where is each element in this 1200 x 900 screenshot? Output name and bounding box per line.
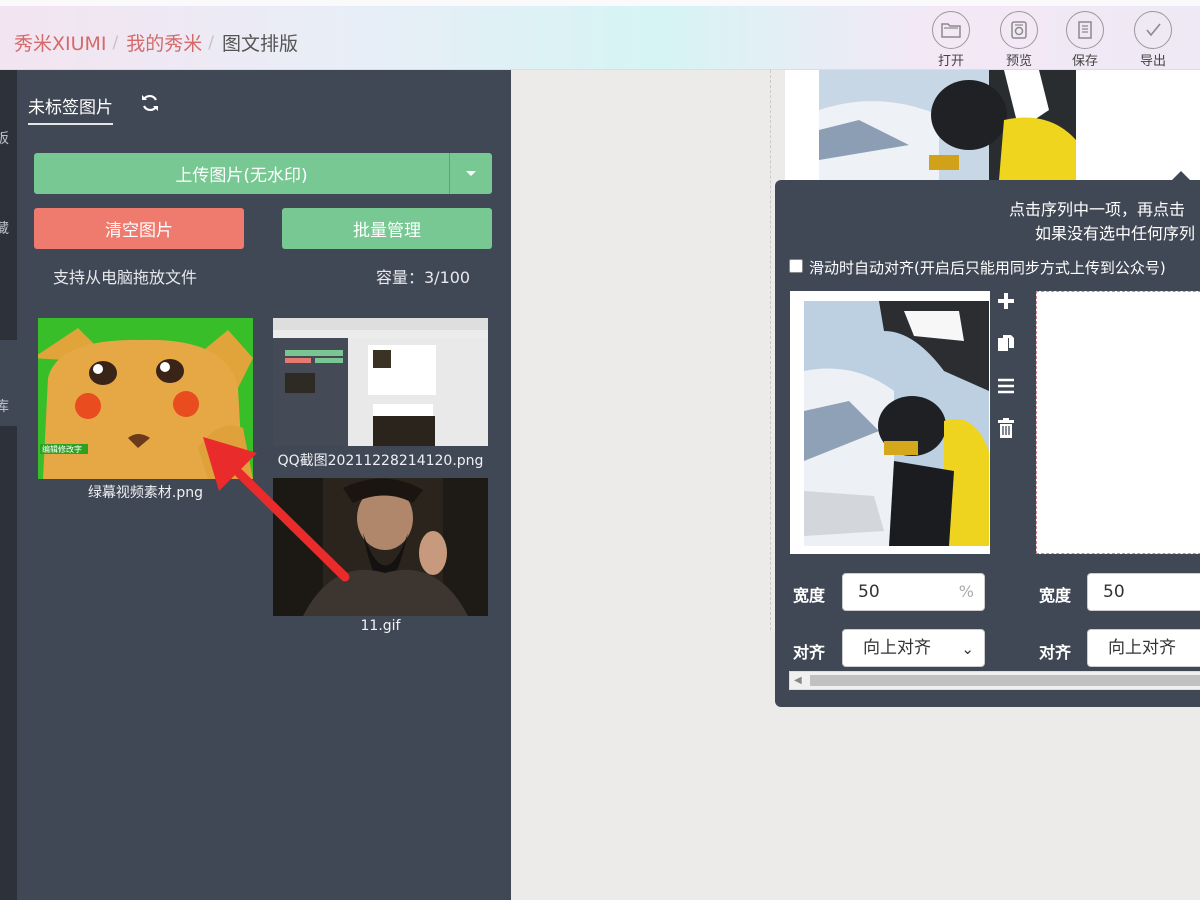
breadcrumb-current: 图文排版 xyxy=(222,33,299,55)
horizontal-scrollbar[interactable]: ◀ xyxy=(789,671,1200,690)
refresh-icon[interactable] xyxy=(139,92,161,118)
preview-icon xyxy=(1000,11,1038,49)
align-select[interactable]: 向上对齐 ⌄ xyxy=(842,629,985,667)
width-value: 50 xyxy=(1103,582,1125,602)
width-input[interactable]: 50 xyxy=(1087,573,1200,611)
scrollbar-thumb[interactable] xyxy=(810,675,1200,686)
popup-pointer xyxy=(1172,171,1190,180)
drag-drop-hint: 支持从电脑拖放文件 xyxy=(53,268,198,287)
folder-icon xyxy=(932,11,970,49)
align-value: 向上对齐 xyxy=(863,638,931,658)
selected-skier-image xyxy=(804,301,989,546)
save-icon xyxy=(1066,11,1104,49)
auto-align-label: 滑动时自动对齐(开启后只能用同步方式上传到公众号) xyxy=(809,259,1166,277)
export-label: 导出 xyxy=(1139,54,1166,69)
image-filename: 11.gif xyxy=(360,618,401,634)
open-label: 打开 xyxy=(937,54,964,69)
top-header: 秀米XIUMI / 我的秀米 / 图文排版 打开 预览 保存 导出 xyxy=(0,0,1200,70)
add-icon[interactable] xyxy=(995,290,1017,312)
button-divider xyxy=(449,153,450,194)
annotation-arrow-icon xyxy=(203,437,350,582)
left-rail: 板 藏 xyxy=(0,70,17,900)
align-select[interactable]: 向上对齐 xyxy=(1087,629,1200,667)
capacity-indicator: 容量：3/100 xyxy=(376,268,471,287)
list-icon[interactable] xyxy=(995,375,1017,397)
breadcrumb-separator: / xyxy=(112,32,119,53)
image-group-settings-popup: 点击序列中一项，再点击 如果没有选中任何序列 滑动时自动对齐(开启后只能用同步方… xyxy=(775,171,1200,707)
width-label: 宽度 xyxy=(1039,586,1072,605)
caret-down-icon xyxy=(466,171,476,176)
popup-instruction-1: 点击序列中一项，再点击 xyxy=(1009,200,1186,219)
rail-tab-template[interactable]: 板 xyxy=(0,128,9,148)
canvas-skier-image[interactable] xyxy=(819,70,1076,180)
clear-images-button[interactable]: 清空图片 xyxy=(34,208,244,249)
rail-tab-library[interactable]: 库 xyxy=(0,340,17,426)
batch-manage-button[interactable]: 批量管理 xyxy=(282,208,492,249)
breadcrumb-separator: / xyxy=(208,32,215,53)
preview-label: 预览 xyxy=(1005,54,1032,69)
copy-icon[interactable] xyxy=(995,332,1017,354)
export-button[interactable]: 导出 xyxy=(1125,11,1181,69)
auto-align-checkbox[interactable] xyxy=(789,259,803,273)
width-value: 50 xyxy=(858,582,880,602)
trash-icon[interactable] xyxy=(995,417,1017,439)
rail-tab-favorites[interactable]: 藏 xyxy=(0,218,9,238)
align-label: 对齐 xyxy=(793,643,826,662)
align-label: 对齐 xyxy=(1039,643,1072,662)
rail-tab-library-label: 库 xyxy=(0,399,9,415)
breadcrumb: 秀米XIUMI / 我的秀米 / 图文排版 xyxy=(14,29,298,56)
breadcrumb-home[interactable]: 秀米XIUMI xyxy=(14,29,107,56)
thumbnail-overlay-text: 编辑修改字 xyxy=(42,444,82,454)
breadcrumb-my-xiumi[interactable]: 我的秀米 xyxy=(126,29,202,56)
save-label: 保存 xyxy=(1071,54,1098,69)
width-input[interactable]: 50 % xyxy=(842,573,985,611)
selected-image-slot[interactable] xyxy=(790,291,990,554)
preview-button[interactable]: 预览 xyxy=(991,11,1047,69)
upload-image-button[interactable]: 上传图片(无水印) xyxy=(34,153,449,194)
popup-instruction-2: 如果没有选中任何序列 xyxy=(1035,224,1196,243)
chevron-down-icon: ⌄ xyxy=(961,640,974,658)
save-button[interactable]: 保存 xyxy=(1057,11,1113,69)
percent-unit: % xyxy=(958,582,974,601)
image-library-panel: 未标签图片 上传图片(无水印) 清空图片 批量管理 支持从电脑拖放文件 容量：3… xyxy=(17,70,511,900)
width-label: 宽度 xyxy=(793,586,826,605)
empty-image-slot[interactable] xyxy=(1036,291,1200,554)
open-button[interactable]: 打开 xyxy=(923,11,979,69)
scroll-left-arrow-icon[interactable]: ◀ xyxy=(794,675,802,686)
upload-dropdown-toggle[interactable] xyxy=(450,153,492,194)
align-value: 向上对齐 xyxy=(1108,638,1176,658)
export-check-icon xyxy=(1134,11,1172,49)
tab-untagged-images[interactable]: 未标签图片 xyxy=(28,93,113,125)
